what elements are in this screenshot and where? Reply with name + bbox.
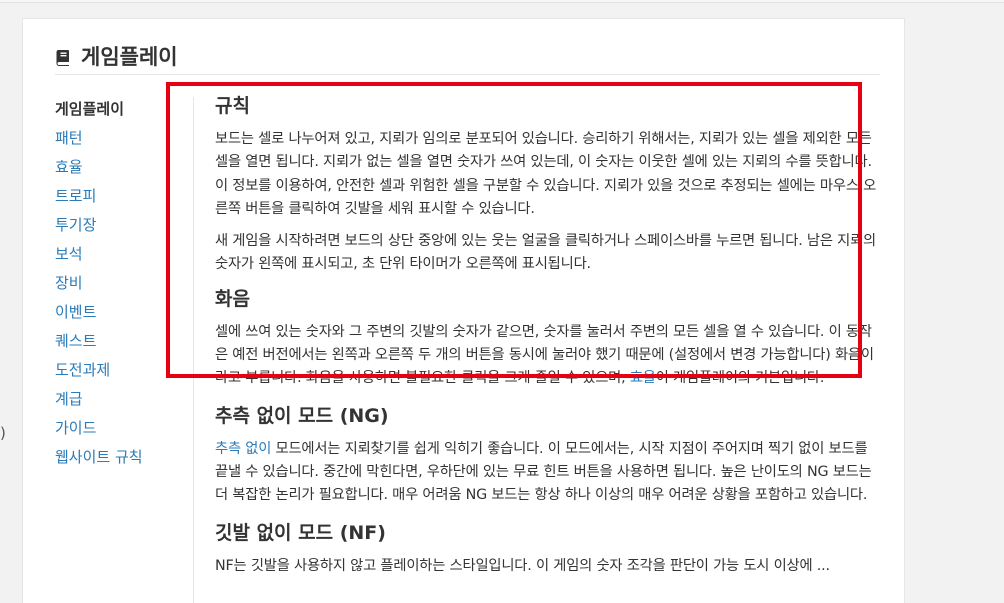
- chord-paragraph: 셀에 쓰여 있는 숫자와 그 주변의 깃발의 숫자가 같으면, 숫자를 눌러서 …: [215, 321, 883, 391]
- sidebar-item-quests[interactable]: 퀘스트: [55, 327, 175, 356]
- sidebar-nav: 게임플레이 패턴 효율 트로피 투기장 보석 장비 이벤트 퀘스트 도전과제 계…: [55, 95, 175, 472]
- sidebar-item-gameplay[interactable]: 게임플레이: [55, 95, 175, 124]
- no-guess-link[interactable]: 추측 없이: [215, 441, 271, 457]
- title-divider: [55, 74, 880, 75]
- page-title: 게임플레이: [55, 41, 178, 71]
- chord-text-after: 이 게임플레이의 기본입니다.: [655, 370, 825, 387]
- ng-text: 모드에서는 지뢰찾기를 쉽게 익히기 좋습니다. 이 모드에서는, 시작 지점이…: [215, 440, 872, 504]
- ng-paragraph: 추측 없이 모드에서는 지뢰찾기를 쉽게 익히기 좋습니다. 이 모드에서는, …: [215, 438, 883, 508]
- rules-paragraph-2: 새 게임을 시작하려면 보드의 상단 중앙에 있는 웃는 얼굴을 클릭하거나 스…: [215, 233, 877, 273]
- main-panel: 게임플레이 게임플레이 패턴 효율 트로피 투기장 보석 장비 이벤트 퀘스트 …: [22, 18, 905, 603]
- sidebar-item-guides[interactable]: 가이드: [55, 414, 175, 443]
- chord-heading: 화음: [215, 287, 250, 310]
- sidebar-item-patterns[interactable]: 패턴: [55, 124, 175, 153]
- sidebar-item-site-rules[interactable]: 웹사이트 규칙: [55, 443, 175, 472]
- sidebar-item-achievements[interactable]: 도전과제: [55, 356, 175, 385]
- book-icon: [55, 47, 73, 66]
- sidebar-item-efficiency[interactable]: 효율: [55, 153, 175, 182]
- ng-heading: 추측 없이 모드 (NG): [215, 404, 389, 427]
- sidebar-item-gems[interactable]: 보석: [55, 240, 175, 269]
- nf-paragraph: NF는 깃발을 사용하지 않고 플레이하는 스타일입니다. 이 게임의 숫자 조…: [215, 557, 830, 574]
- page-title-text: 게임플레이: [81, 45, 178, 69]
- left-edge-text: ): [0, 424, 6, 442]
- sidebar-item-events[interactable]: 이벤트: [55, 298, 175, 327]
- top-bar: [0, 0, 1004, 3]
- rules-heading: 규칙: [215, 95, 250, 117]
- content-divider: [193, 97, 194, 603]
- rules-paragraph-1: 보드는 셀로 나누어져 있고, 지뢰가 임의로 분포되어 있습니다. 승리하기 …: [215, 131, 877, 217]
- sidebar-item-arena[interactable]: 투기장: [55, 211, 175, 240]
- sidebar-item-trophies[interactable]: 트로피: [55, 182, 175, 211]
- efficiency-link[interactable]: 효율: [630, 370, 656, 386]
- sidebar-item-ranks[interactable]: 계급: [55, 385, 175, 414]
- nf-heading: 깃발 없이 모드 (NF): [215, 521, 386, 544]
- sidebar-item-equipment[interactable]: 장비: [55, 269, 175, 298]
- article-content: 규칙 보드는 셀로 나누어져 있고, 지뢰가 임의로 분포되어 있습니다. 승리…: [215, 93, 883, 587]
